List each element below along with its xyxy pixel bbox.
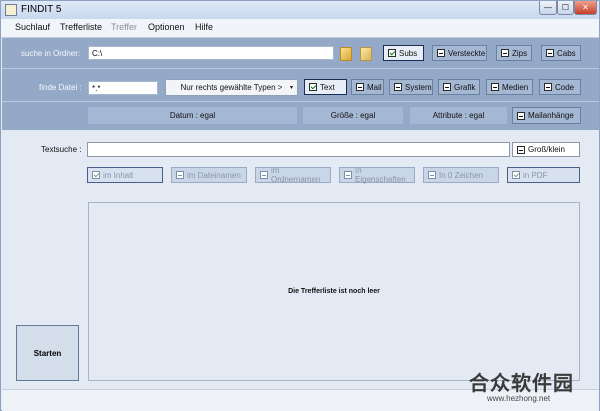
menu-hilfe[interactable]: Hilfe bbox=[195, 22, 213, 32]
menu-optionen[interactable]: Optionen bbox=[148, 22, 185, 32]
menu-treffer[interactable]: Treffer bbox=[111, 22, 137, 32]
unchecked-icon bbox=[437, 49, 445, 57]
watermark-url: www.hezhong.net bbox=[487, 394, 551, 403]
mail-attachments-label: Mailanhänge bbox=[528, 111, 574, 120]
window-title: FINDIT 5 bbox=[21, 4, 62, 15]
title-bar: FINDIT 5 — ☐ ✕ bbox=[1, 1, 599, 19]
date-filter[interactable]: Datum : egal bbox=[88, 107, 297, 124]
unchecked-icon bbox=[344, 171, 352, 179]
type-select[interactable]: Nur rechts gewählte Typen > ▾ bbox=[165, 79, 298, 96]
menu-suchlauf[interactable]: Suchlauf bbox=[15, 22, 50, 32]
in-zero-chars-label: In 0 Zeichen bbox=[439, 170, 484, 180]
search-folder-input[interactable]: C:\ bbox=[88, 46, 334, 60]
search-folder-label: suche in Ordner: bbox=[21, 49, 81, 58]
menu-bar: Suchlauf Trefferliste Treffer Optionen H… bbox=[1, 19, 599, 38]
unchecked-icon bbox=[356, 83, 364, 91]
subs-label: Subs bbox=[399, 48, 418, 58]
in-foldername-toggle[interactable]: im Ordnernamen bbox=[255, 166, 331, 184]
options-panel: suche in Ordner: C:\ Subs Versteckte Zip… bbox=[2, 38, 599, 130]
cabs-checkbox[interactable]: Cabs bbox=[541, 45, 581, 61]
in-properties-toggle[interactable]: In Eigenschaften bbox=[339, 166, 415, 184]
in-pdf-toggle[interactable]: in PDF bbox=[507, 167, 580, 183]
checked-icon bbox=[388, 49, 396, 57]
hidden-label: Versteckte bbox=[448, 48, 486, 58]
find-file-label: finde Datei : bbox=[39, 83, 82, 92]
empty-results-message: Die Trefferliste ist noch leer bbox=[288, 288, 380, 295]
zips-label: Zips bbox=[512, 48, 528, 58]
maximize-button[interactable]: ☐ bbox=[557, 1, 574, 15]
watermark-logo: 合众软件园 bbox=[469, 373, 574, 395]
type-media-checkbox[interactable]: Medien bbox=[486, 79, 533, 95]
size-filter[interactable]: Größe : egal bbox=[303, 107, 403, 124]
menu-trefferliste[interactable]: Trefferliste bbox=[60, 22, 102, 32]
unchecked-icon bbox=[546, 49, 554, 57]
in-foldername-label: im Ordnernamen bbox=[271, 166, 321, 184]
unchecked-icon bbox=[428, 171, 436, 179]
in-filename-toggle[interactable]: im Dateinamen bbox=[171, 167, 247, 183]
close-button[interactable]: ✕ bbox=[574, 1, 597, 15]
app-icon bbox=[5, 4, 17, 16]
app-window: FINDIT 5 — ☐ ✕ Suchlauf Trefferliste Tre… bbox=[0, 0, 600, 411]
type-system-checkbox[interactable]: System bbox=[389, 79, 433, 95]
type-text-checkbox[interactable]: Text bbox=[304, 79, 347, 95]
folder-open-icon[interactable] bbox=[360, 47, 372, 61]
hidden-checkbox[interactable]: Versteckte bbox=[432, 45, 487, 61]
cabs-label: Cabs bbox=[557, 48, 576, 58]
type-system-label: System bbox=[405, 82, 432, 92]
type-mail-label: Mail bbox=[367, 82, 382, 92]
case-sensitive-checkbox[interactable]: Groß/klein bbox=[512, 142, 580, 157]
type-code-checkbox[interactable]: Code bbox=[539, 79, 581, 95]
type-graphic-checkbox[interactable]: Grafik bbox=[438, 79, 480, 95]
type-graphic-label: Grafik bbox=[454, 82, 476, 92]
unchecked-icon bbox=[176, 171, 184, 179]
unchecked-icon bbox=[517, 111, 525, 120]
type-media-label: Medien bbox=[502, 82, 529, 92]
checked-icon bbox=[512, 171, 520, 179]
attribute-filter[interactable]: Attribute : egal bbox=[410, 107, 507, 124]
checked-icon bbox=[92, 171, 100, 179]
in-content-label: im Inhalt bbox=[103, 170, 134, 180]
type-text-label: Text bbox=[320, 82, 335, 92]
text-search-input[interactable] bbox=[87, 142, 510, 157]
mail-attachments-checkbox[interactable]: Mailanhänge bbox=[512, 107, 581, 124]
type-select-value: Nur rechts gewählte Typen > bbox=[180, 83, 283, 92]
unchecked-icon bbox=[517, 145, 525, 154]
unchecked-icon bbox=[443, 83, 451, 91]
in-filename-label: im Dateinamen bbox=[187, 170, 241, 180]
folder-browse-icon[interactable] bbox=[340, 47, 352, 61]
unchecked-icon bbox=[491, 83, 499, 91]
zips-checkbox[interactable]: Zips bbox=[496, 45, 532, 61]
type-mail-checkbox[interactable]: Mail bbox=[351, 79, 384, 95]
start-button[interactable]: Starten bbox=[16, 325, 79, 381]
find-file-input[interactable]: *.* bbox=[88, 81, 158, 95]
case-sensitive-label: Groß/klein bbox=[528, 145, 565, 154]
subs-checkbox[interactable]: Subs bbox=[383, 45, 424, 61]
dropdown-arrow-icon: ▾ bbox=[289, 85, 293, 91]
results-list[interactable]: Die Trefferliste ist noch leer bbox=[88, 202, 580, 381]
unchecked-icon bbox=[260, 171, 268, 179]
unchecked-icon bbox=[501, 49, 509, 57]
in-properties-label: In Eigenschaften bbox=[355, 166, 406, 184]
unchecked-icon bbox=[544, 83, 552, 91]
unchecked-icon bbox=[394, 83, 402, 91]
in-pdf-label: in PDF bbox=[523, 170, 548, 180]
text-search-label: Textsuche : bbox=[41, 145, 82, 154]
in-content-toggle[interactable]: im Inhalt bbox=[87, 167, 163, 183]
type-code-label: Code bbox=[555, 82, 575, 92]
minimize-button[interactable]: — bbox=[539, 1, 557, 15]
in-zero-chars-toggle[interactable]: In 0 Zeichen bbox=[423, 167, 499, 183]
checked-icon bbox=[309, 83, 317, 91]
